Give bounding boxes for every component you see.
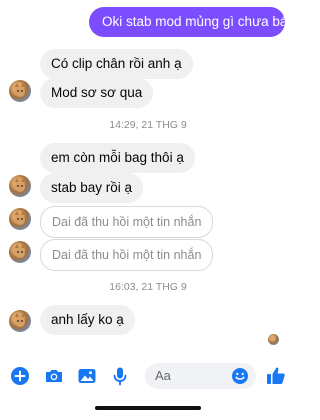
message-input-placeholder: Aa: [155, 368, 171, 383]
like-icon[interactable]: [264, 364, 288, 388]
message-text: Oki stab mod mủng gì chưa bác: [102, 14, 295, 29]
notice-text: Dai đã thu hồi một tin nhắn: [52, 248, 202, 262]
contact-avatar[interactable]: [9, 310, 31, 332]
timestamp: 14:29, 21 THG 9: [109, 119, 187, 131]
message-text: Mod sơ sơ qua: [51, 85, 143, 100]
incoming-message[interactable]: em còn mỗi bag thôi ạ: [40, 143, 195, 173]
image-icon[interactable]: [75, 364, 99, 388]
timestamp: 16:03, 21 THG 9: [109, 281, 187, 293]
message-text: stab bay rồi ạ: [51, 180, 133, 195]
plus-icon[interactable]: [8, 364, 32, 388]
unsent-message-notice: Dai đã thu hồi một tin nhắn: [40, 239, 214, 271]
microphone-icon[interactable]: [108, 364, 132, 388]
incoming-message[interactable]: stab bay rồi ạ: [40, 173, 144, 203]
home-indicator: [95, 406, 201, 410]
message-text: em còn mỗi bag thôi ạ: [51, 150, 184, 165]
contact-avatar[interactable]: [9, 208, 31, 230]
message-composer: Aa: [0, 358, 296, 394]
incoming-message[interactable]: Có clip chân rồi anh ạ: [40, 49, 193, 79]
message-text: Có clip chân rồi anh ạ: [51, 56, 182, 71]
contact-avatar[interactable]: [9, 175, 31, 197]
conversation-thread: Oki stab mod mủng gì chưa bác Có clip ch…: [0, 0, 296, 360]
outgoing-message[interactable]: Oki stab mod mủng gì chưa bác: [89, 7, 294, 37]
incoming-message[interactable]: Mod sơ sơ qua: [40, 78, 154, 108]
camera-icon[interactable]: [42, 364, 66, 388]
unsent-message-notice: Dai đã thu hồi một tin nhắn: [40, 206, 214, 238]
contact-avatar[interactable]: [9, 241, 31, 263]
emoji-icon[interactable]: [228, 364, 252, 388]
contact-avatar[interactable]: [9, 80, 31, 102]
seen-receipt-avatar: [268, 334, 279, 345]
notice-text: Dai đã thu hồi một tin nhắn: [52, 215, 202, 229]
incoming-message[interactable]: anh lấy ko ạ: [40, 305, 135, 335]
message-text: anh lấy ko ạ: [51, 312, 124, 327]
